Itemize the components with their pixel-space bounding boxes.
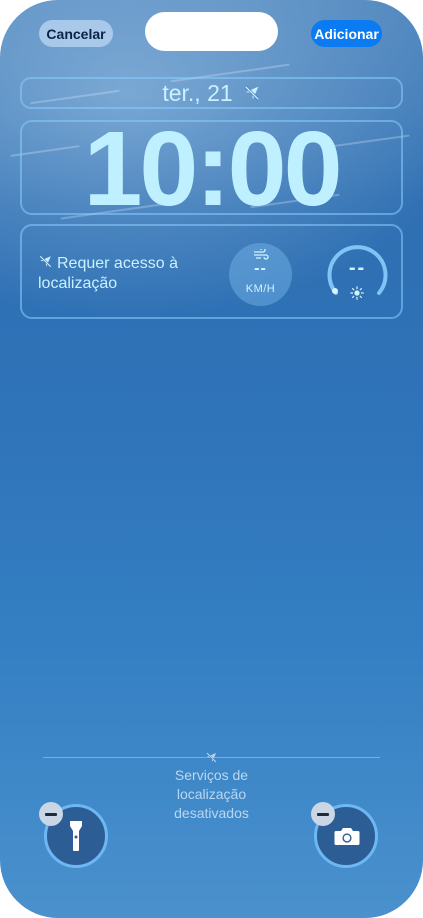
remove-camera-button[interactable] (311, 802, 335, 826)
wind-speed-value: -- (254, 260, 267, 277)
date-widget-slot[interactable]: ter., 21 (20, 77, 403, 109)
location-off-icon (244, 85, 259, 101)
add-button[interactable]: Adicionar (311, 20, 382, 47)
lock-screen-editor: Cancelar Adicionar ter., 21 10:00 Requer… (0, 0, 423, 918)
clock-time: 10:00 (83, 109, 342, 228)
wind-speed-unit: KM/H (245, 283, 276, 295)
widgets-slot[interactable]: Requer acesso à localização -- KM/H -- (20, 224, 403, 319)
remove-flashlight-button[interactable] (39, 802, 63, 826)
location-required-widget: Requer acesso à localização (38, 254, 218, 294)
camera-icon (334, 828, 360, 845)
gauge-value: -- (348, 257, 367, 279)
wind-widget: -- KM/H (229, 243, 292, 306)
dynamic-island (145, 12, 278, 51)
location-off-icon (39, 255, 52, 268)
location-services-text: Serviços de localização desativados (174, 767, 249, 821)
location-services-status: Serviços de localização desativados (140, 751, 283, 823)
uv-gauge-widget: -- (324, 239, 391, 306)
cancel-button[interactable]: Cancelar (39, 20, 113, 47)
sun-icon (350, 286, 364, 300)
location-off-icon (206, 752, 217, 763)
location-required-text: Requer acesso à localização (38, 255, 178, 292)
date-text: ter., 21 (162, 79, 233, 106)
clock-slot[interactable]: 10:00 (20, 116, 403, 222)
flashlight-icon (70, 821, 82, 851)
